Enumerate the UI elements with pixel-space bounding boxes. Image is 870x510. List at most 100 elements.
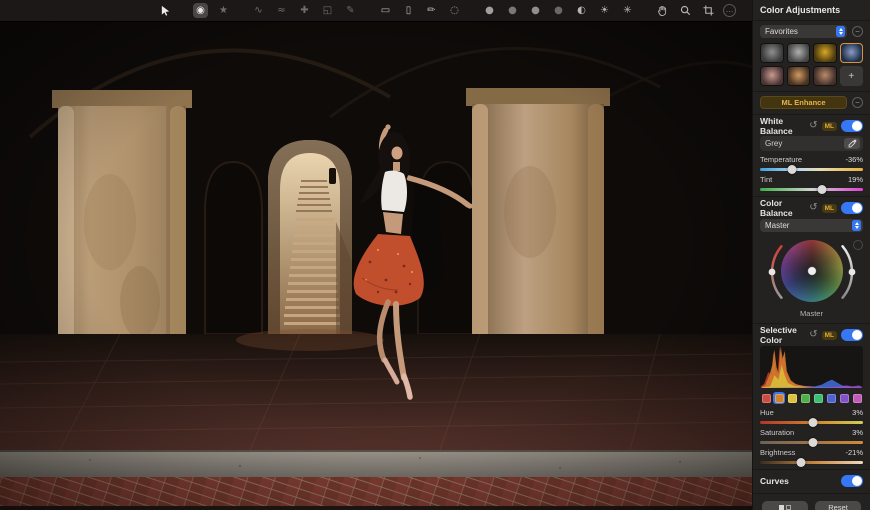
remove-preset-button[interactable]: − [852, 26, 863, 37]
color-balance-toggle[interactable] [841, 202, 863, 214]
soften-tool[interactable]: ● [482, 3, 497, 18]
selective-color-label: Selective Color [760, 325, 797, 345]
color-swatch[interactable] [760, 392, 772, 404]
brightness-tool[interactable]: ☀ [597, 3, 612, 18]
hue-slider-thumb[interactable] [808, 418, 818, 427]
canvas-area [0, 22, 752, 510]
eyedropper-icon [848, 139, 856, 148]
left-arc-handle[interactable] [768, 268, 776, 276]
pen-tool[interactable]: ✎ [343, 3, 358, 18]
shape-tool[interactable]: ▭ [378, 3, 393, 18]
crop-tool[interactable] [701, 3, 716, 18]
color-balance-select-value: Master [765, 221, 790, 230]
zoom-tool[interactable] [678, 3, 693, 18]
color-swatch[interactable] [773, 392, 785, 404]
vignette [0, 22, 752, 510]
preset-thumbnail[interactable] [786, 66, 810, 86]
sparkle-tool[interactable]: ✳ [620, 3, 635, 18]
preset-grid: + [760, 43, 863, 86]
dodge-tool[interactable]: ◌ [447, 3, 462, 18]
color-swatch[interactable] [799, 392, 811, 404]
fill-tool[interactable]: ▯ [401, 3, 416, 18]
preset-thumbnail[interactable] [760, 43, 784, 63]
photo-canvas[interactable] [0, 22, 752, 510]
histogram [760, 346, 863, 388]
compare-button[interactable] [762, 501, 808, 510]
sharpen-tool[interactable]: ● [528, 3, 543, 18]
eyedropper-button[interactable] [844, 138, 860, 149]
preset-thumbnail[interactable] [839, 43, 863, 63]
clone-tool[interactable]: ◱ [320, 3, 335, 18]
color-balance-label: Color Balance [760, 198, 793, 218]
pencil-tool[interactable]: ✏ [424, 3, 439, 18]
tint-slider-thumb[interactable] [817, 185, 827, 194]
swatch-row [760, 392, 863, 404]
selective-color-ml-badge[interactable]: ML [821, 330, 837, 340]
desaturate-tool[interactable]: ● [551, 3, 566, 18]
quick-selection-tool[interactable]: ◉ [193, 3, 208, 18]
wheel-reset-icon[interactable] [853, 240, 863, 250]
contrast-tool[interactable]: ◐ [574, 3, 589, 18]
white-balance-toggle[interactable] [841, 120, 863, 132]
tint-value: 19% [847, 175, 863, 184]
temperature-label: Temperature [760, 155, 803, 164]
color-swatch[interactable] [812, 392, 824, 404]
wheel-center-handle[interactable] [807, 266, 817, 276]
preset-thumbnail[interactable] [786, 43, 810, 63]
presets-select-value: Favorites [765, 27, 798, 36]
color-balance-ml-badge[interactable]: ML [821, 203, 837, 213]
hue-label: Hue [760, 408, 774, 417]
white-balance-reset-icon[interactable]: ↺ [809, 121, 817, 131]
presets-select[interactable]: Favorites [760, 25, 847, 38]
curves-label: Curves [760, 476, 789, 486]
saturation-slider-thumb[interactable] [808, 438, 818, 447]
white-balance-ml-badge[interactable]: ML [821, 121, 837, 131]
color-swatch[interactable] [786, 392, 798, 404]
main-area: ◉ ★ ∿ ≈ ✚ ◱ ✎ ▭ ▯ ✏ ◌ ● ● ● ● ◐ ☀ ✳ … [0, 0, 752, 510]
brightness-value: -21% [845, 448, 863, 457]
magic-wand-tool[interactable]: ★ [216, 3, 231, 18]
color-swatch[interactable] [851, 392, 863, 404]
toolbar-tools: ◉ ★ ∿ ≈ ✚ ◱ ✎ ▭ ▯ ✏ ◌ ● ● ● ● ◐ ☀ ✳ [158, 3, 716, 18]
brightness-slider[interactable] [760, 458, 863, 467]
heal-tool[interactable]: ✚ [297, 3, 312, 18]
preset-thumbnail[interactable] [813, 43, 837, 63]
color-swatch[interactable] [838, 392, 850, 404]
brightness-slider-thumb[interactable] [796, 458, 806, 467]
temperature-slider-thumb[interactable] [787, 165, 797, 174]
more-options-button[interactable]: … [723, 4, 736, 17]
saturation-value: 3% [852, 428, 863, 437]
hand-tool[interactable] [655, 3, 670, 18]
arrow-tool[interactable] [158, 3, 173, 18]
brightness-label: Brightness [760, 448, 796, 457]
preset-thumbnail[interactable] [760, 66, 784, 86]
color-balance-select[interactable]: Master [760, 219, 863, 232]
selective-color-reset-icon[interactable]: ↺ [809, 330, 817, 340]
saturation-slider[interactable] [760, 438, 863, 447]
tint-slider[interactable] [760, 185, 863, 194]
color-swatch[interactable] [825, 392, 837, 404]
right-arc-handle[interactable] [848, 268, 856, 276]
color-wheel-block [760, 236, 863, 308]
white-balance-label: White Balance [760, 116, 793, 136]
preset-thumbnail[interactable] [813, 66, 837, 86]
temperature-value: -36% [845, 155, 863, 164]
remove-ml-enhance-button[interactable]: − [852, 97, 863, 108]
panel-title: Color Adjustments [760, 5, 841, 15]
tint-label: Tint [760, 175, 773, 184]
hue-slider[interactable] [760, 418, 863, 427]
smart-lasso-tool[interactable]: ≈ [274, 3, 289, 18]
hue-value: 3% [852, 408, 863, 417]
grey-label: Grey [765, 139, 783, 148]
ml-enhance-button[interactable]: ML Enhance [760, 96, 847, 109]
app-window: ◉ ★ ∿ ≈ ✚ ◱ ✎ ▭ ▯ ✏ ◌ ● ● ● ● ◐ ☀ ✳ … Co… [0, 0, 870, 510]
lasso-tool[interactable]: ∿ [251, 3, 266, 18]
reset-button[interactable]: Reset [815, 501, 861, 510]
add-preset-button[interactable]: + [839, 66, 863, 86]
color-balance-reset-icon[interactable]: ↺ [809, 203, 817, 213]
stepper-icon [836, 26, 845, 37]
blur-tool[interactable]: ● [505, 3, 520, 18]
temperature-slider[interactable] [760, 165, 863, 174]
curves-toggle[interactable] [841, 475, 863, 487]
selective-color-toggle[interactable] [841, 329, 863, 341]
